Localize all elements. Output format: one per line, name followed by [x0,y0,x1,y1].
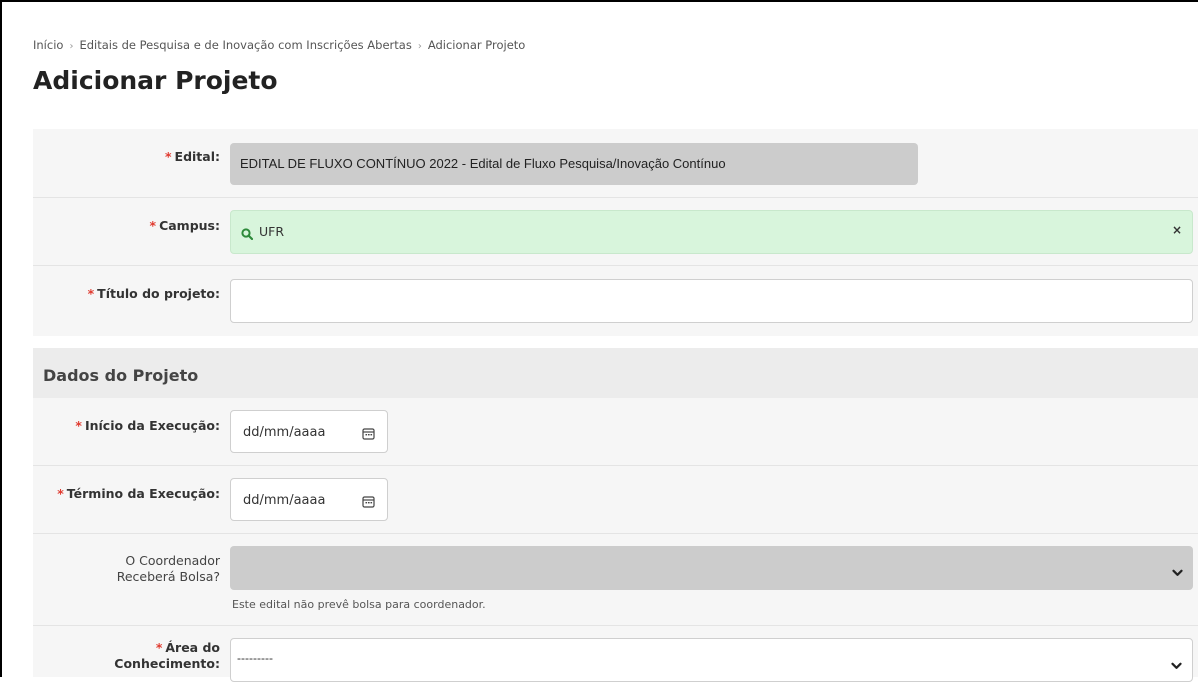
edital-row: * Edital: EDITAL DE FLUXO CONTÍNUO 2022 -… [33,129,1198,198]
page-title: Adicionar Projeto [33,66,278,95]
area-row: * Área do Conhecimento: --------- [33,626,1198,682]
search-icon [241,225,254,244]
campus-row: * Campus: UFR × [33,198,1198,266]
chevron-down-icon [1172,562,1183,581]
titulo-label: * Título do projeto: [87,286,220,301]
chevron-down-icon [1171,655,1182,674]
inicio-row: * Início da Execução: dd/mm/aaaa [33,398,1198,466]
edital-field: EDITAL DE FLUXO CONTÍNUO 2022 - Edital d… [230,143,918,185]
inicio-date-input[interactable]: dd/mm/aaaa [230,410,388,453]
bolsa-label: O Coordenador Receberá Bolsa? [116,553,220,584]
breadcrumb-item-current: Adicionar Projeto [427,38,526,52]
bolsa-select[interactable] [230,546,1193,590]
area-label: * Área do Conhecimento: [114,640,220,671]
breadcrumb: Início › Editais de Pesquisa e de Inovação… [33,38,525,52]
titulo-input[interactable] [230,279,1193,323]
termino-date-input[interactable]: dd/mm/aaaa [230,478,388,521]
inicio-label: * Início da Execução: [75,418,220,433]
dados-projeto-panel: Dados do Projeto * Início da Execução: dd… [33,348,1198,682]
main-fields-panel: * Edital: EDITAL DE FLUXO CONTÍNUO 2022 -… [33,129,1198,336]
bolsa-row: O Coordenador Receberá Bolsa? Este edita… [33,534,1198,626]
campus-select[interactable]: UFR × [230,210,1193,254]
breadcrumb-item-editais[interactable]: Editais de Pesquisa e de Inovação com In… [79,38,411,52]
termino-row: * Término da Execução: dd/mm/aaaa [33,466,1198,534]
bolsa-help-text: Este edital não prevê bolsa para coorden… [232,598,486,611]
area-select[interactable]: --------- [230,638,1193,682]
termino-placeholder: dd/mm/aaaa [243,493,326,508]
clear-icon[interactable]: × [1172,223,1182,237]
edital-label: * Edital: [164,149,220,164]
area-value: --------- [237,651,273,665]
calendar-icon[interactable] [362,493,375,512]
inicio-placeholder: dd/mm/aaaa [243,425,326,440]
section-title: Dados do Projeto [43,366,199,385]
section-header: Dados do Projeto [33,348,1198,398]
titulo-row: * Título do projeto: [33,266,1198,336]
campus-label: * Campus: [149,218,220,233]
breadcrumb-separator: › [417,41,422,52]
campus-value: UFR [259,224,285,239]
termino-label: * Término da Execução: [57,486,220,501]
calendar-icon[interactable] [362,425,375,444]
breadcrumb-item-inicio[interactable]: Início [33,38,63,52]
breadcrumb-separator: › [69,41,74,52]
